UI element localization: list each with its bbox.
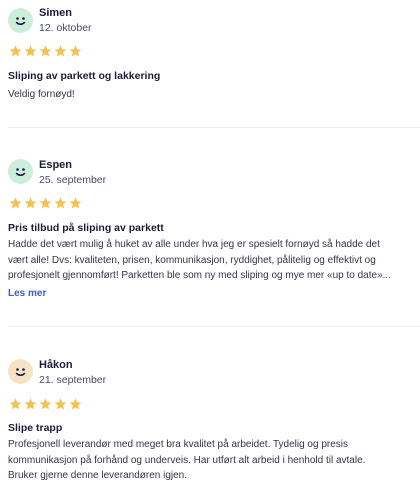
divider bbox=[8, 326, 420, 327]
star-icon bbox=[23, 196, 38, 210]
review-text-line: Bruker gjerne denne leverandøren igjen. bbox=[8, 470, 187, 481]
star-icon bbox=[38, 397, 53, 411]
review-date: 12. oktober bbox=[39, 22, 92, 34]
reviewer-name: Espen bbox=[39, 159, 73, 171]
review-text: Veldig fornøyd! bbox=[8, 87, 414, 103]
review-text-line: kommunikasjon på forhånd og underveis. H… bbox=[8, 454, 366, 466]
star-rating bbox=[8, 397, 83, 411]
review-title: Sliping av parkett og lakkering bbox=[8, 70, 161, 82]
review-title: Slipe trapp bbox=[8, 422, 63, 434]
review-text: Hadde det vært mulig å huket av alle und… bbox=[8, 237, 414, 284]
star-icon bbox=[8, 196, 23, 210]
review-text-line: Profesjonell leverandør med meget bra kv… bbox=[8, 439, 348, 450]
star-rating bbox=[8, 196, 83, 210]
read-more-link[interactable]: Les mer bbox=[8, 288, 46, 299]
review-date: 21. september bbox=[39, 374, 107, 386]
star-icon bbox=[68, 196, 83, 210]
star-icon bbox=[8, 397, 23, 411]
avatar bbox=[8, 159, 33, 184]
star-icon bbox=[68, 44, 83, 58]
review-text-line: Veldig fornøyd! bbox=[8, 89, 75, 100]
review-title: Pris tilbud på sliping av parkett bbox=[8, 222, 164, 234]
review-text: Profesjonell leverandør med meget bra kv… bbox=[8, 437, 414, 484]
star-icon bbox=[23, 397, 38, 411]
review-text-line: Hadde det vært mulig å huket av alle und… bbox=[8, 239, 380, 250]
star-icon bbox=[53, 196, 68, 210]
star-icon bbox=[8, 44, 23, 58]
star-icon bbox=[53, 44, 68, 58]
smiley-avatar-icon bbox=[8, 8, 33, 33]
avatar bbox=[8, 359, 33, 384]
reviewer-name: Håkon bbox=[39, 359, 73, 371]
review-date: 25. september bbox=[39, 174, 107, 186]
avatar bbox=[8, 8, 33, 33]
smiley-avatar-icon bbox=[8, 359, 33, 384]
star-icon bbox=[38, 196, 53, 210]
star-icon bbox=[23, 44, 38, 58]
divider bbox=[8, 127, 420, 128]
smiley-avatar-icon bbox=[8, 159, 33, 184]
review-text-line: profesjonelt gjennomført! Parketten ble … bbox=[8, 270, 391, 281]
star-icon bbox=[53, 397, 68, 411]
review-text-line: vært alle! Dvs: kvaliteten, prisen, komm… bbox=[8, 254, 376, 266]
star-rating bbox=[8, 44, 83, 58]
star-icon bbox=[68, 397, 83, 411]
reviewer-name: Simen bbox=[39, 7, 73, 19]
star-icon bbox=[38, 44, 53, 58]
